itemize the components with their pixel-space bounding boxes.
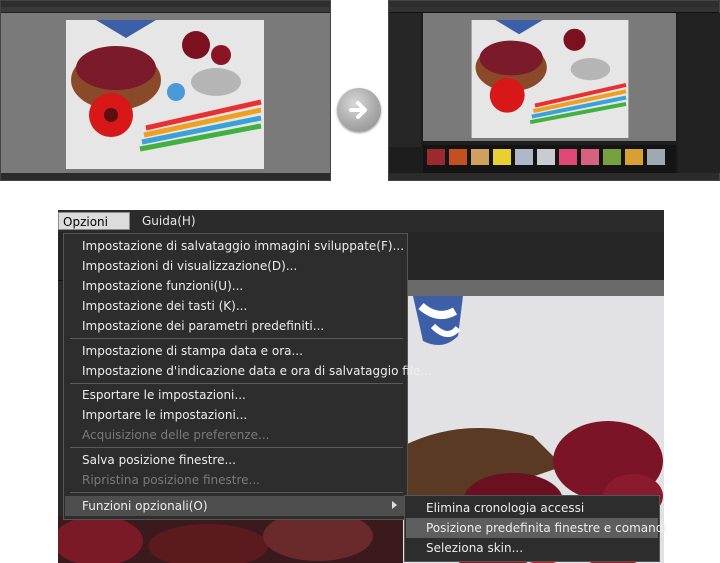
photo-zoom-left — [58, 516, 403, 563]
menu-item-restore-window-position: Ripristina posizione finestre... — [82, 473, 260, 487]
before-window — [0, 0, 331, 181]
photo-preview — [66, 20, 264, 169]
menu-help[interactable]: Guida(H) — [138, 212, 200, 230]
thumbnail[interactable] — [471, 149, 489, 165]
thumbnail[interactable] — [559, 149, 577, 165]
menu-item-acquire-preferences: Acquisizione delle preferenze... — [82, 428, 270, 442]
submenu-item-select-skin[interactable]: Seleziona skin... — [426, 539, 523, 557]
menu-item-save-window-position[interactable]: Salva posizione finestre... — [82, 451, 236, 469]
menu-bar: Opzioni (O) Guida(H) — [58, 210, 664, 247]
thumbnail[interactable] — [647, 149, 665, 165]
after-window — [388, 0, 720, 181]
thumbnail[interactable] — [449, 149, 467, 165]
optional-functions-submenu: Elimina cronologia accessi Posizione pre… — [404, 495, 667, 562]
viewer-border — [403, 280, 664, 296]
menu-item-save-settings[interactable]: Impostazione di salvataggio immagini svi… — [82, 237, 404, 255]
status-bar — [389, 173, 719, 180]
submenu-item-clear-history[interactable]: Elimina cronologia accessi — [426, 499, 584, 517]
menu-item-optional-functions[interactable]: Funzioni opzionali(O) — [65, 496, 406, 516]
thumbnail[interactable] — [537, 149, 555, 165]
menu-separator — [70, 447, 403, 448]
thumbnail[interactable] — [493, 149, 511, 165]
options-menu: Impostazione di salvataggio immagini svi… — [63, 233, 432, 520]
right-panel — [678, 13, 720, 173]
menu-item-date-filename[interactable]: Impostazione d'indicazione data e ora di… — [82, 362, 432, 380]
menu-item-display-settings[interactable]: Impostazioni di visualizzazione(D)... — [82, 257, 297, 275]
chevron-right-icon — [392, 501, 397, 509]
toolbar — [1, 7, 330, 13]
menu-item-label: Funzioni opzionali(O) — [82, 499, 208, 513]
menu-item-date-print[interactable]: Impostazione di stampa data e ora... — [82, 342, 303, 360]
left-panel — [389, 13, 421, 147]
photo-preview — [471, 20, 629, 138]
arrow-right-icon — [337, 88, 381, 132]
menu-item-key-settings[interactable]: Impostazione dei tasti (K)... — [82, 297, 247, 315]
thumbnail[interactable] — [515, 149, 533, 165]
menu-separator — [70, 338, 403, 339]
menu-separator — [70, 383, 403, 384]
thumbnail[interactable] — [603, 149, 621, 165]
thumbnail[interactable] — [625, 149, 643, 165]
menu-separator — [70, 492, 403, 493]
menu-options[interactable]: Opzioni (O) — [58, 212, 130, 247]
thumbnail[interactable] — [427, 149, 445, 165]
menu-item-export-settings[interactable]: Esportare le impostazioni... — [82, 386, 246, 404]
menu-item-import-settings[interactable]: Importare le impostazioni... — [82, 406, 247, 424]
thumbnail[interactable] — [581, 149, 599, 165]
status-bar — [1, 173, 330, 180]
submenu-item-default-window-position[interactable]: Posizione predefinita finestre e comandi — [426, 519, 667, 537]
menu-item-function-settings[interactable]: Impostazione funzioni(U)... — [82, 277, 243, 295]
menu-item-default-params[interactable]: Impostazione dei parametri predefiniti..… — [82, 317, 324, 335]
